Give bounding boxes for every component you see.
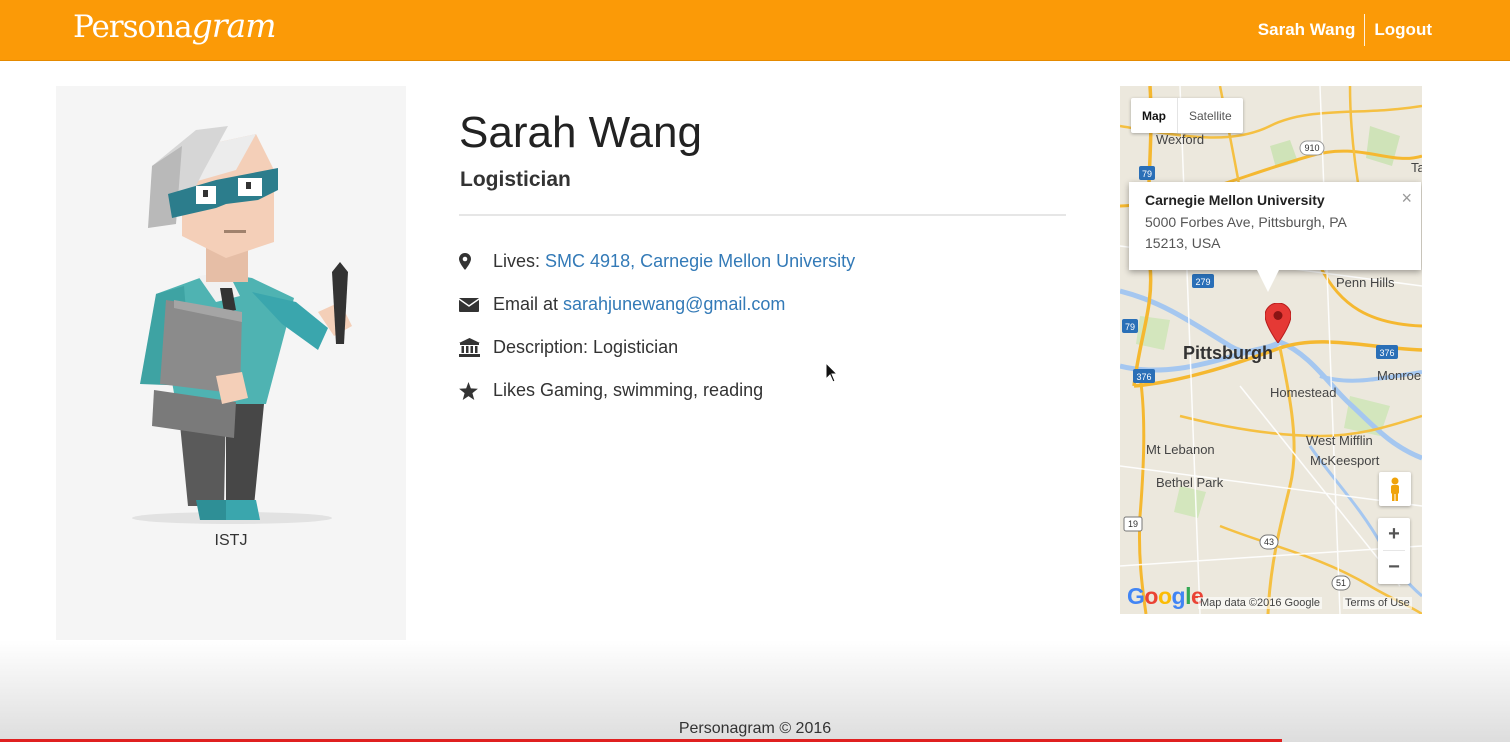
shield-376-west: 376 bbox=[1136, 372, 1151, 382]
shield-79-north: 79 bbox=[1142, 169, 1152, 179]
map-label-west-mifflin: West Mifflin bbox=[1306, 433, 1373, 448]
avatar-illustration bbox=[132, 126, 352, 524]
map-tab-satellite[interactable]: Satellite bbox=[1178, 98, 1243, 133]
brand-logo-text-gram: gram bbox=[191, 6, 277, 45]
shield-19: 19 bbox=[1128, 519, 1138, 529]
map-marker-pin-icon[interactable] bbox=[1265, 303, 1291, 343]
close-icon[interactable]: × bbox=[1401, 188, 1412, 209]
profile-title: Logistician bbox=[460, 168, 571, 191]
zoom-in-button[interactable]: + bbox=[1378, 518, 1410, 550]
map-label-homestead: Homestead bbox=[1270, 385, 1337, 400]
brand-logo[interactable]: Personagram bbox=[73, 6, 277, 46]
lives-label: Lives: bbox=[493, 251, 546, 271]
personality-type-label: ISTJ bbox=[214, 532, 248, 549]
envelope-icon bbox=[459, 297, 493, 312]
shield-279: 279 bbox=[1195, 277, 1210, 287]
likes-text: Likes Gaming, swimming, reading bbox=[493, 380, 764, 400]
zoom-control: + − bbox=[1378, 518, 1410, 584]
lives-link[interactable]: SMC 4918, Carnegie Mellon University bbox=[545, 251, 855, 272]
email-link[interactable]: sarahjunewang@gmail.com bbox=[563, 294, 785, 315]
nav-user-menu: Sarah Wang Logout bbox=[1249, 14, 1441, 46]
map-terms-link[interactable]: Terms of Use bbox=[1343, 597, 1412, 609]
list-item-likes: Likes Gaming, swimming, reading bbox=[459, 369, 855, 412]
info-window-pointer bbox=[1257, 270, 1279, 292]
map-tab-map[interactable]: Map bbox=[1131, 98, 1178, 133]
map-label-wexford: Wexford bbox=[1156, 132, 1205, 147]
map-marker-icon bbox=[459, 253, 493, 270]
shield-910: 910 bbox=[1304, 143, 1319, 153]
street-view-pegman-icon[interactable] bbox=[1379, 472, 1411, 506]
profile-name: Sarah Wang bbox=[459, 108, 702, 157]
nav-user-name-link[interactable]: Sarah Wang bbox=[1249, 20, 1365, 40]
info-window-address-line2: 15213, USA bbox=[1145, 235, 1221, 251]
map-label-monroe: Monroe bbox=[1377, 368, 1422, 383]
map-label-bethel-park: Bethel Park bbox=[1156, 475, 1224, 490]
list-item-lives: Lives: SMC 4918, Carnegie Mellon Univers… bbox=[459, 240, 855, 283]
profile-details-list: Lives: SMC 4918, Carnegie Mellon Univers… bbox=[459, 240, 855, 412]
shield-376-east: 376 bbox=[1379, 348, 1394, 358]
star-icon bbox=[459, 381, 493, 400]
list-item-description: Description: Logistician bbox=[459, 326, 855, 369]
bank-icon bbox=[459, 338, 493, 357]
zoom-out-button[interactable]: − bbox=[1378, 551, 1410, 583]
shield-51: 51 bbox=[1336, 578, 1346, 588]
description-text: Description: Logistician bbox=[493, 337, 679, 357]
location-map[interactable]: 910 79 279 79 376 376 19 43 51 Wexford T… bbox=[1120, 86, 1422, 614]
email-label: Email at bbox=[493, 294, 564, 314]
map-label-ta: Ta bbox=[1411, 160, 1422, 175]
info-window-title: Carnegie Mellon University bbox=[1145, 192, 1325, 208]
google-logo: Google bbox=[1127, 583, 1204, 609]
map-label-mckeesport: McKeesport bbox=[1310, 453, 1380, 468]
profile-divider bbox=[459, 214, 1066, 216]
shield-79-south: 79 bbox=[1125, 322, 1135, 332]
info-window-address-line1: 5000 Forbes Ave, Pittsburgh, PA bbox=[1145, 214, 1347, 230]
brand-logo-text-persona: Persona bbox=[73, 9, 193, 45]
map-info-window: Carnegie Mellon University 5000 Forbes A… bbox=[1129, 182, 1421, 270]
logout-link[interactable]: Logout bbox=[1365, 20, 1441, 40]
map-type-control: Map Satellite bbox=[1131, 98, 1243, 133]
map-label-mt-lebanon: Mt Lebanon bbox=[1146, 442, 1215, 457]
mouse-cursor-icon bbox=[825, 362, 839, 383]
page-footer: Personagram © 2016 bbox=[0, 640, 1510, 742]
avatar-panel: ISTJ bbox=[56, 86, 406, 648]
top-navbar: Personagram Sarah Wang Logout bbox=[0, 0, 1510, 61]
map-label-penn-hills: Penn Hills bbox=[1336, 275, 1395, 290]
map-attribution: Map data ©2016 Google bbox=[1198, 597, 1323, 609]
map-label-pittsburgh: Pittsburgh bbox=[1183, 343, 1273, 363]
shield-43: 43 bbox=[1264, 537, 1274, 547]
list-item-email: Email at sarahjunewang@gmail.com bbox=[459, 283, 855, 326]
footer-copyright: Personagram © 2016 bbox=[678, 720, 832, 737]
